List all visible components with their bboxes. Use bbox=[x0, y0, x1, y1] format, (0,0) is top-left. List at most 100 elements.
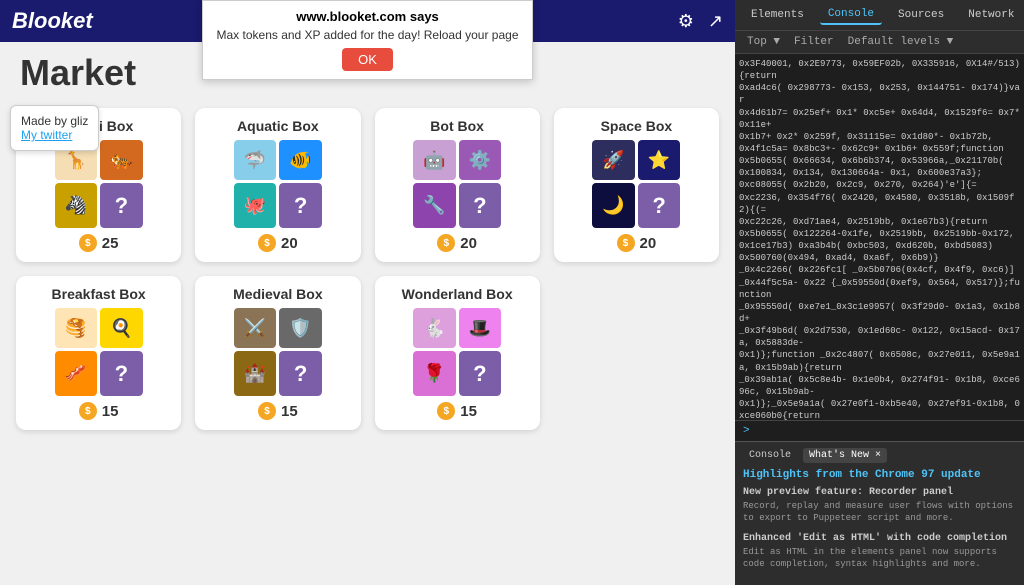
bottom-tab-console[interactable]: Console bbox=[743, 448, 797, 463]
bot-img-1: 🤖 bbox=[413, 140, 456, 180]
aquatic-box-images: 🦈 🐠 🐙 ? bbox=[234, 140, 322, 228]
medieval-price-value: 15 bbox=[281, 403, 298, 420]
medieval-box-card[interactable]: Medieval Box ⚔️ 🛡️ 🏰 ? $ 15 bbox=[195, 276, 360, 430]
whats-new-title: Highlights from the Chrome 97 update bbox=[743, 469, 1016, 481]
space-img-3: 🌙 bbox=[592, 183, 635, 228]
notification-bar: www.blooket.com says Max tokens and XP a… bbox=[202, 0, 534, 80]
wonderland-img-1: 🐇 bbox=[413, 308, 456, 348]
feature-recorder: New preview feature: Recorder panel Reco… bbox=[743, 487, 1016, 525]
space-box-card[interactable]: Space Box 🚀 ⭐ 🌙 ? $ 20 bbox=[554, 108, 719, 262]
aquatic-price-value: 20 bbox=[281, 235, 298, 252]
bot-img-3: 🔧 bbox=[413, 183, 456, 228]
market-panel: Blooket ⚙ ↗ www.blooket.com says Max tok… bbox=[0, 0, 735, 585]
devtools-bottom-tabs: Console What's New × bbox=[743, 448, 1016, 463]
console-input-area: > bbox=[735, 420, 1024, 441]
aquatic-img-3: 🐙 bbox=[234, 183, 277, 228]
console-text: 0x3F40001, 0x2E9773, 0x59EF02b, 0X335916… bbox=[739, 58, 1020, 420]
wonderland-box-price: $ 15 bbox=[437, 402, 477, 420]
space-img-2: ⭐ bbox=[638, 140, 681, 180]
tab-elements[interactable]: Elements bbox=[743, 6, 812, 24]
wonderland-box-images: 🐇 🎩 🌹 ? bbox=[413, 308, 501, 396]
notification-message: Max tokens and XP added for the day! Rel… bbox=[217, 28, 519, 42]
made-by-tooltip: Made by gliz My twitter bbox=[10, 105, 99, 151]
top-dropdown[interactable]: Top ▼ bbox=[743, 34, 784, 50]
console-output: 0x3F40001, 0x2E9773, 0x59EF02b, 0X335916… bbox=[735, 54, 1024, 420]
feature-edit-html-title: Enhanced 'Edit as HTML' with code comple… bbox=[743, 533, 1016, 544]
breakfast-box-images: 🥞 🍳 🥓 ? bbox=[55, 308, 143, 396]
console-prompt: > bbox=[743, 425, 750, 437]
header-icons: ⚙ ↗ bbox=[678, 11, 723, 32]
breakfast-img-2: 🍳 bbox=[100, 308, 143, 348]
safari-img-4: ? bbox=[100, 183, 143, 228]
feature-edit-html-desc: Edit as HTML in the elements panel now s… bbox=[743, 546, 1016, 571]
bot-price-value: 20 bbox=[460, 235, 477, 252]
space-price-value: 20 bbox=[640, 235, 657, 252]
notification-site: www.blooket.com says bbox=[217, 9, 519, 24]
made-by-line1: Made by gliz bbox=[21, 114, 88, 128]
medieval-img-1: ⚔️ bbox=[234, 308, 277, 348]
whats-new-section: Console What's New × Highlights from the… bbox=[735, 441, 1024, 585]
wonderland-img-2: 🎩 bbox=[459, 308, 502, 348]
safari-box-images: 🦒 🐅 🦓 ? bbox=[55, 140, 143, 228]
devtools-toolbar: Top ▼ Filter Default levels ▼ bbox=[735, 31, 1024, 54]
breakfast-img-3: 🥓 bbox=[55, 351, 98, 396]
aquatic-coin-icon: $ bbox=[258, 234, 276, 252]
medieval-box-title: Medieval Box bbox=[233, 286, 322, 302]
breakfast-box-price: $ 15 bbox=[79, 402, 119, 420]
medieval-img-4: ? bbox=[279, 351, 322, 396]
space-box-images: 🚀 ⭐ 🌙 ? bbox=[592, 140, 680, 228]
safari-coin-icon: $ bbox=[79, 234, 97, 252]
space-img-4: ? bbox=[638, 183, 681, 228]
filter-input[interactable]: Filter bbox=[790, 34, 838, 50]
medieval-box-images: ⚔️ 🛡️ 🏰 ? bbox=[234, 308, 322, 396]
feature-edit-html: Enhanced 'Edit as HTML' with code comple… bbox=[743, 533, 1016, 571]
medieval-coin-icon: $ bbox=[258, 402, 276, 420]
wonderland-box-card[interactable]: Wonderland Box 🐇 🎩 🌹 ? $ 15 bbox=[375, 276, 540, 430]
wonderland-img-3: 🌹 bbox=[413, 351, 456, 396]
devtools-panel: Elements Console Sources Network 2 Issue… bbox=[735, 0, 1024, 585]
space-box-price: $ 20 bbox=[617, 234, 657, 252]
tab-sources[interactable]: Sources bbox=[890, 6, 952, 24]
space-coin-icon: $ bbox=[617, 234, 635, 252]
console-input[interactable] bbox=[754, 425, 1016, 437]
tab-network[interactable]: Network bbox=[960, 6, 1022, 24]
bot-coin-icon: $ bbox=[437, 234, 455, 252]
wonderland-img-4: ? bbox=[459, 351, 502, 396]
safari-img-2: 🐅 bbox=[100, 140, 143, 180]
notification-ok-button[interactable]: OK bbox=[342, 48, 393, 71]
breakfast-box-title: Breakfast Box bbox=[52, 286, 146, 302]
tab-console[interactable]: Console bbox=[820, 5, 882, 25]
default-levels[interactable]: Default levels ▼ bbox=[844, 34, 958, 50]
bot-box-card[interactable]: Bot Box 🤖 ⚙️ 🔧 ? $ 20 bbox=[375, 108, 540, 262]
medieval-img-3: 🏰 bbox=[234, 351, 277, 396]
safari-img-3: 🦓 bbox=[55, 183, 98, 228]
bot-box-images: 🤖 ⚙️ 🔧 ? bbox=[413, 140, 501, 228]
safari-box-price: $ 25 bbox=[79, 234, 119, 252]
logout-icon[interactable]: ↗ bbox=[708, 11, 723, 32]
wonderland-box-title: Wonderland Box bbox=[402, 286, 513, 302]
aquatic-box-title: Aquatic Box bbox=[237, 118, 319, 134]
medieval-box-price: $ 15 bbox=[258, 402, 298, 420]
wonderland-price-value: 15 bbox=[460, 403, 477, 420]
settings-icon[interactable]: ⚙ bbox=[678, 11, 694, 32]
aquatic-img-1: 🦈 bbox=[234, 140, 277, 180]
aquatic-img-4: ? bbox=[279, 183, 322, 228]
blooket-logo: Blooket bbox=[12, 8, 93, 34]
safari-price-value: 25 bbox=[102, 235, 119, 252]
breakfast-box-card[interactable]: Breakfast Box 🥞 🍳 🥓 ? $ 15 bbox=[16, 276, 181, 430]
breakfast-coin-icon: $ bbox=[79, 402, 97, 420]
feature-recorder-title: New preview feature: Recorder panel bbox=[743, 487, 1016, 498]
twitter-link[interactable]: My twitter bbox=[21, 128, 88, 142]
boxes-grid: Safari Box 🦒 🐅 🦓 ? $ 25 Aquatic Box 🦈 🐠 … bbox=[0, 100, 735, 446]
aquatic-box-price: $ 20 bbox=[258, 234, 298, 252]
bottom-tab-whats-new[interactable]: What's New × bbox=[803, 448, 887, 463]
medieval-img-2: 🛡️ bbox=[279, 308, 322, 348]
feature-recorder-desc: Record, replay and measure user flows wi… bbox=[743, 500, 1016, 525]
breakfast-img-4: ? bbox=[100, 351, 143, 396]
breakfast-img-1: 🥞 bbox=[55, 308, 98, 348]
space-box-title: Space Box bbox=[601, 118, 673, 134]
bot-box-price: $ 20 bbox=[437, 234, 477, 252]
space-img-1: 🚀 bbox=[592, 140, 635, 180]
breakfast-price-value: 15 bbox=[102, 403, 119, 420]
aquatic-box-card[interactable]: Aquatic Box 🦈 🐠 🐙 ? $ 20 bbox=[195, 108, 360, 262]
